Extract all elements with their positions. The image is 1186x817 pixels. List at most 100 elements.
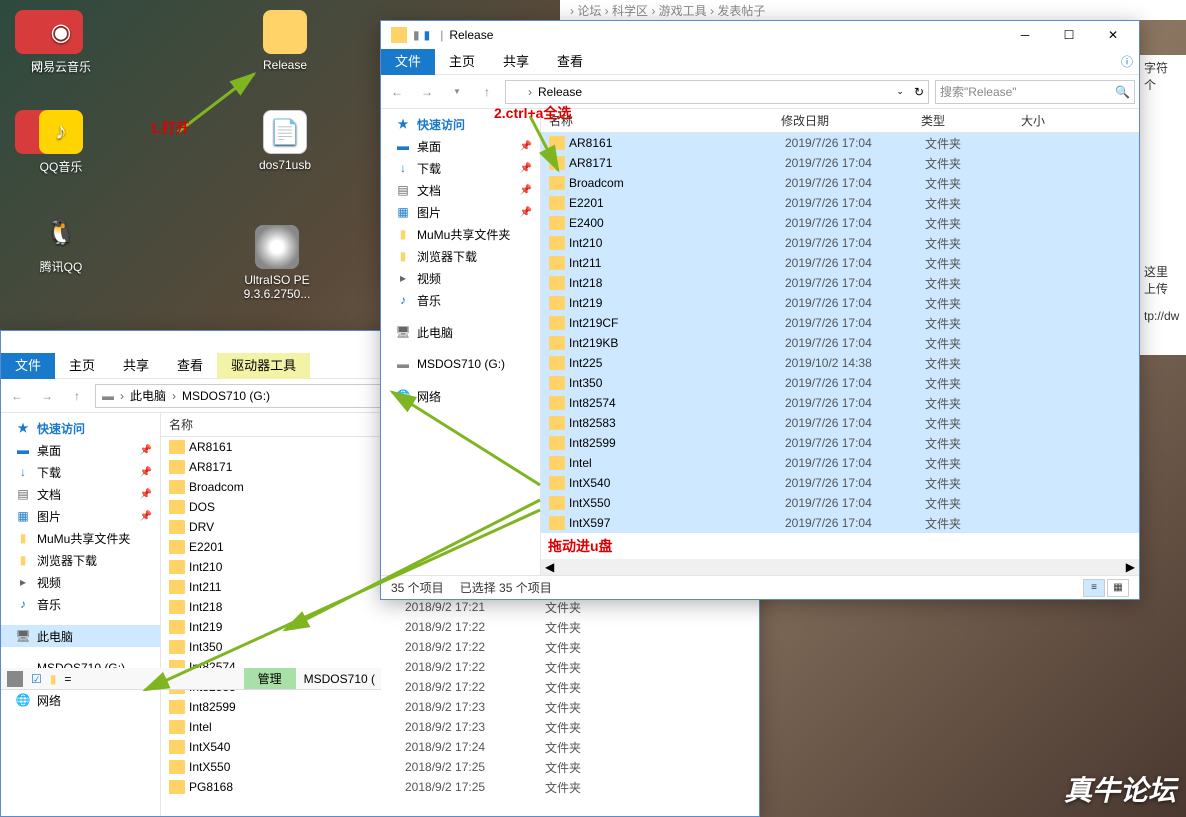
file-row[interactable]: IntX5502018/9/2 17:25文件夹 — [161, 757, 759, 777]
file-row[interactable]: Int2112019/7/26 17:04文件夹 — [541, 253, 1139, 273]
file-row[interactable]: AR81712019/7/26 17:04文件夹 — [541, 153, 1139, 173]
file-row[interactable]: IntX5502019/7/26 17:04文件夹 — [541, 493, 1139, 513]
file-row[interactable]: Int825992018/9/2 17:23文件夹 — [161, 697, 759, 717]
maximize-button[interactable]: ☐ — [1047, 21, 1091, 49]
up-button[interactable]: ↑ — [475, 80, 499, 104]
file-row[interactable]: Intel2018/9/2 17:23文件夹 — [161, 717, 759, 737]
file-row[interactable]: Int2192018/9/2 17:22文件夹 — [161, 617, 759, 637]
file-row[interactable]: IntX5402018/9/2 17:24文件夹 — [161, 737, 759, 757]
tab-home[interactable]: 主页 — [435, 49, 489, 75]
qat-props-icon[interactable]: ▮ — [424, 28, 431, 42]
file-row[interactable]: Int2192019/7/26 17:04文件夹 — [541, 293, 1139, 313]
desktop-icon[interactable]: 📄dos71usb — [248, 110, 322, 172]
crumb-drive[interactable]: MSDOS710 (G:) — [180, 389, 272, 403]
nav-pane[interactable]: ★快速访问▬桌面📌↓下载📌▤文档📌▦图片📌▮MuMu共享文件夹▮浏览器下载▸视频… — [1, 413, 161, 816]
nav-item[interactable]: ▬桌面📌 — [381, 135, 540, 157]
nav-item[interactable]: ▤文档📌 — [381, 179, 540, 201]
desktop-icon[interactable]: ♪QQ音乐 — [24, 110, 98, 175]
nav-item[interactable]: ▮浏览器下载 — [381, 245, 540, 267]
col-size[interactable]: 大小 — [1021, 112, 1081, 129]
file-row[interactable]: E24002019/7/26 17:04文件夹 — [541, 213, 1139, 233]
desktop-icon[interactable]: UltraISO PE 9.3.6.2750... — [240, 225, 314, 301]
nav-item[interactable]: ▦图片📌 — [1, 505, 160, 527]
nav-item[interactable]: 🖥此电脑 — [1, 625, 160, 647]
file-list[interactable]: AR81612019/7/26 17:04文件夹AR81712019/7/26 … — [541, 133, 1139, 559]
search-icon[interactable]: 🔍 — [1115, 85, 1130, 99]
tab-drive-tools[interactable]: 驱动器工具 — [217, 353, 310, 379]
tab-file[interactable]: 文件 — [381, 49, 435, 75]
nav-item[interactable]: ♪音乐 — [381, 289, 540, 311]
recent-dropdown[interactable]: ▼ — [445, 80, 469, 104]
file-row[interactable]: IntX5972019/7/26 17:04文件夹 — [541, 513, 1139, 533]
file-row[interactable]: Int825992019/7/26 17:04文件夹 — [541, 433, 1139, 453]
nav-item[interactable]: ▮MuMu共享文件夹 — [1, 527, 160, 549]
back-button[interactable]: ← — [5, 384, 29, 408]
file-row[interactable]: E22012019/7/26 17:04文件夹 — [541, 193, 1139, 213]
file-row[interactable]: Broadcom2019/7/26 17:04文件夹 — [541, 173, 1139, 193]
tab-file[interactable]: 文件 — [1, 353, 55, 379]
nav-item[interactable]: ★快速访问 — [1, 417, 160, 439]
file-row[interactable]: Int825742019/7/26 17:04文件夹 — [541, 393, 1139, 413]
dropdown-icon[interactable]: ⌄ — [896, 86, 904, 97]
nav-item[interactable]: 🌐网络 — [381, 385, 540, 407]
file-row[interactable]: Intel2019/7/26 17:04文件夹 — [541, 453, 1139, 473]
file-row[interactable]: Int219CF2019/7/26 17:04文件夹 — [541, 313, 1139, 333]
column-headers[interactable]: 名称 修改日期 类型 大小 — [541, 109, 1139, 133]
crumb-release[interactable]: Release — [536, 85, 584, 99]
explorer-release[interactable]: ▮ ▮ | Release ─ ☐ ✕ 文件 主页 共享 查看 ⓘ ← → ▼ … — [380, 20, 1140, 600]
address-bar[interactable]: › Release ⌄ ↻ — [505, 80, 929, 104]
refresh-icon[interactable]: ↻ — [914, 85, 924, 99]
tab-share[interactable]: 共享 — [109, 353, 163, 379]
tab-view[interactable]: 查看 — [543, 49, 597, 75]
nav-item[interactable]: ▮浏览器下载 — [1, 549, 160, 571]
file-row[interactable]: Int2182018/9/2 17:21文件夹 — [161, 597, 759, 617]
file-row[interactable]: PG81682018/9/2 17:25文件夹 — [161, 777, 759, 797]
nav-item[interactable]: ▮MuMu共享文件夹 — [381, 223, 540, 245]
desktop-icon[interactable]: Release — [248, 10, 322, 72]
nav-item[interactable]: 🖥此电脑 — [381, 321, 540, 343]
desktop-icon[interactable]: ◉网易云音乐 — [24, 10, 98, 75]
titlebar[interactable]: ▮ ▮ | Release ─ ☐ ✕ — [381, 21, 1139, 49]
manage-tab[interactable]: 管理 — [244, 668, 296, 689]
nav-item[interactable]: ↓下载📌 — [381, 157, 540, 179]
nav-pane[interactable]: ★快速访问▬桌面📌↓下载📌▤文档📌▦图片📌▮MuMu共享文件夹▮浏览器下载▸视频… — [381, 109, 541, 575]
tab-share[interactable]: 共享 — [489, 49, 543, 75]
nav-item[interactable]: ▦图片📌 — [381, 201, 540, 223]
back-button[interactable]: ← — [385, 80, 409, 104]
nav-item[interactable]: ★快速访问 — [381, 113, 540, 135]
view-details-button[interactable]: ≡ — [1083, 579, 1105, 597]
help-button[interactable]: ⓘ — [1115, 49, 1139, 73]
nav-item[interactable]: ▬桌面📌 — [1, 439, 160, 461]
tab-home[interactable]: 主页 — [55, 353, 109, 379]
col-date[interactable]: 修改日期 — [781, 112, 921, 129]
file-row[interactable]: Int3502019/7/26 17:04文件夹 — [541, 373, 1139, 393]
col-type[interactable]: 类型 — [921, 112, 1021, 129]
file-row[interactable]: Int3502018/9/2 17:22文件夹 — [161, 637, 759, 657]
col-name[interactable]: 名称 — [161, 416, 401, 433]
minimize-button[interactable]: ─ — [1003, 21, 1047, 49]
forward-button[interactable]: → — [415, 80, 439, 104]
checkbox-icon[interactable]: ☑ — [31, 672, 42, 686]
close-button[interactable]: ✕ — [1091, 21, 1135, 49]
view-icons-button[interactable]: ▦ — [1107, 579, 1129, 597]
h-scrollbar[interactable]: ◀▶ — [541, 559, 1139, 575]
nav-item[interactable]: ♪音乐 — [1, 593, 160, 615]
nav-item[interactable]: ▸视频 — [1, 571, 160, 593]
crumb-pc[interactable]: 此电脑 — [128, 387, 168, 404]
nav-item[interactable]: ▸视频 — [381, 267, 540, 289]
search-input[interactable]: 搜索"Release" 🔍 — [935, 80, 1135, 104]
nav-item[interactable]: ▬MSDOS710 (G:) — [381, 353, 540, 375]
up-button[interactable]: ↑ — [65, 384, 89, 408]
nav-item[interactable]: ↓下载📌 — [1, 461, 160, 483]
file-row[interactable]: Int2252019/10/2 14:38文件夹 — [541, 353, 1139, 373]
file-row[interactable]: IntX5402019/7/26 17:04文件夹 — [541, 473, 1139, 493]
file-row[interactable]: Int219KB2019/7/26 17:04文件夹 — [541, 333, 1139, 353]
file-row[interactable]: Int825832019/7/26 17:04文件夹 — [541, 413, 1139, 433]
tab-view[interactable]: 查看 — [163, 353, 217, 379]
file-row[interactable]: Int2102019/7/26 17:04文件夹 — [541, 233, 1139, 253]
nav-item[interactable]: ▤文档📌 — [1, 483, 160, 505]
file-row[interactable]: AR81612019/7/26 17:04文件夹 — [541, 133, 1139, 153]
file-row[interactable]: Int2182019/7/26 17:04文件夹 — [541, 273, 1139, 293]
nav-item[interactable]: 🌐网络 — [1, 689, 160, 711]
col-name[interactable]: 名称 — [541, 112, 781, 129]
